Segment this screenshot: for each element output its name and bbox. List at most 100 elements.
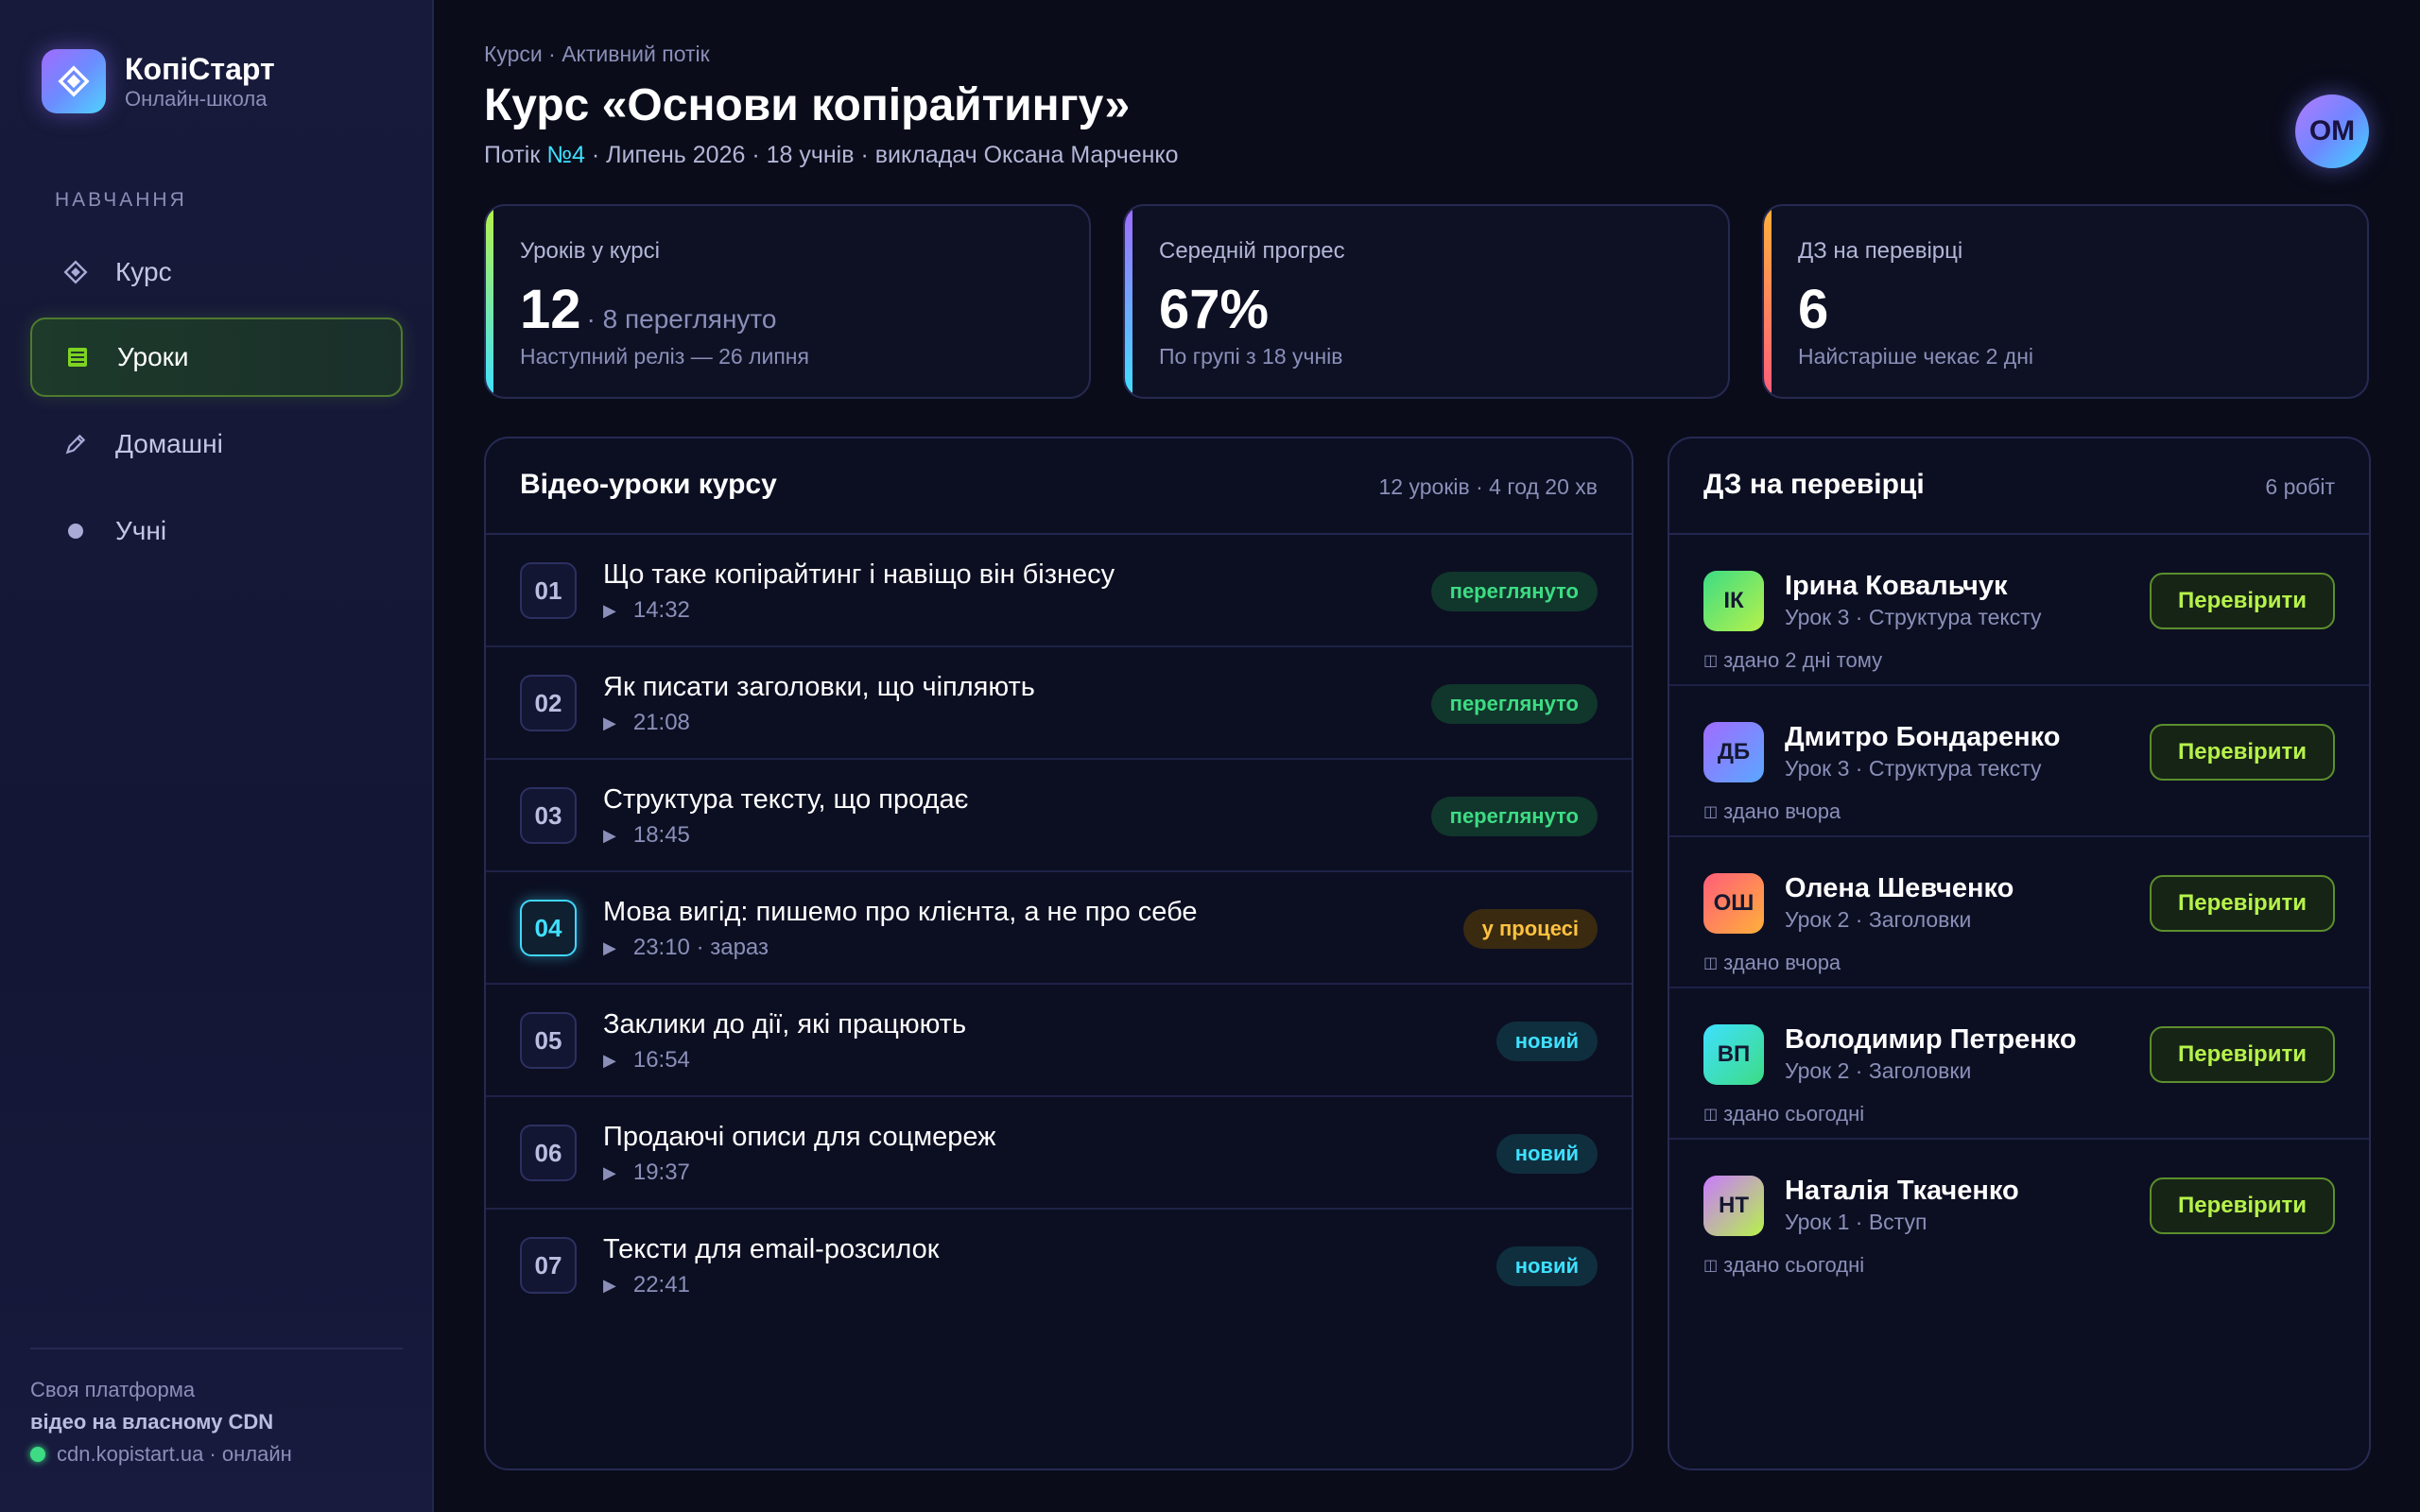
stat-label: ДЗ на перевірці	[1798, 238, 1963, 264]
submitted-time: ◫ здано 2 дні тому	[1703, 648, 1882, 673]
diamond-icon	[42, 49, 106, 113]
student-avatar: ОШ	[1703, 873, 1764, 934]
sidebar-item-students[interactable]: Учні	[30, 491, 403, 571]
play-icon[interactable]: ▶	[603, 1051, 616, 1071]
student-name: Ірина Ковальчук	[1785, 571, 2008, 601]
homework-row[interactable]: ОШ Олена Шевченко Урок 2 · Заголовки ◫ здано…	[1669, 837, 2369, 988]
lesson-row[interactable]: 04 Мова вигід: пишемо про клієнта, а не …	[486, 872, 1632, 985]
submitted-time: ◫ здано вчора	[1703, 951, 1841, 975]
lesson-duration: 23:10 · зараз	[632, 935, 769, 960]
lesson-meta: ▶ 19:37	[603, 1160, 690, 1186]
homework-row[interactable]: НТ Наталія Ткаченко Урок 1 · Вступ ◫ здано с…	[1669, 1140, 2369, 1291]
student-name: Наталія Ткаченко	[1785, 1176, 2019, 1206]
stat-number: 6	[1798, 279, 1829, 340]
student-avatar: ІК	[1703, 571, 1764, 631]
lesson-title[interactable]: Тексти для email-розсилок	[603, 1234, 940, 1265]
stat-value: 12 · 8 переглянуто	[520, 278, 777, 341]
user-avatar[interactable]: ОМ	[2295, 94, 2369, 168]
submitted-text: здано сьогодні	[1723, 1102, 1865, 1125]
lesson-number: 07	[520, 1237, 577, 1294]
course-subtitle: Потік №4 · Липень 2026 · 18 учнів · викл…	[484, 142, 1179, 169]
lesson-duration: 16:54	[632, 1047, 690, 1073]
play-icon[interactable]: ▶	[603, 1163, 616, 1183]
stat-number: 12	[520, 279, 581, 340]
homework-row[interactable]: ДБ Дмитро Бондаренко Урок 3 · Структура те…	[1669, 686, 2369, 837]
play-icon[interactable]: ▶	[603, 601, 616, 621]
sidebar-item-homework[interactable]: Домашні	[30, 404, 403, 484]
homework-row[interactable]: ВП Володимир Петренко Урок 2 · Заголовки ◫ з…	[1669, 988, 2369, 1140]
student-avatar: ДБ	[1703, 722, 1764, 782]
submitted-text: здано 2 дні тому	[1723, 648, 1883, 672]
submitted-text: здано вчора	[1723, 951, 1841, 974]
lesson-number: 05	[520, 1012, 577, 1069]
play-icon[interactable]: ▶	[603, 938, 616, 958]
lesson-row[interactable]: 01 Що таке копірайтинг і навіщо він бізн…	[486, 535, 1632, 647]
student-name: Олена Шевченко	[1785, 873, 2014, 903]
online-status-icon	[30, 1447, 45, 1462]
lesson-duration: 18:45	[632, 822, 690, 848]
breadcrumb[interactable]: Курси · Активний потік	[484, 42, 710, 67]
lesson-duration: 14:32	[632, 597, 690, 623]
review-button[interactable]: Перевірити	[2150, 875, 2335, 932]
lesson-row[interactable]: 02 Як писати заголовки, що чіпляють ▶ 21:…	[486, 647, 1632, 760]
stat-note: По групі з 18 учнів	[1159, 344, 1343, 369]
lesson-meta: ▶ 21:08	[603, 710, 690, 736]
status-badge: переглянуто	[1430, 572, 1598, 611]
lesson-title[interactable]: Що таке копірайтинг і навіщо він бізнесу	[603, 559, 1115, 591]
course-details: · Липень 2026 · 18 учнів · викладач Окса…	[591, 142, 1179, 168]
lesson-title[interactable]: Мова вигід: пишемо про клієнта, а не про…	[603, 897, 1197, 928]
lesson-duration: 19:37	[632, 1160, 690, 1185]
homework-row[interactable]: ІК Ірина Ковальчук Урок 3 · Структура текс…	[1669, 535, 2369, 686]
lesson-meta: ▶ 23:10 · зараз	[603, 935, 769, 961]
stat-number: 67%	[1159, 279, 1270, 340]
lesson-title[interactable]: Продаючі описи для соцмереж	[603, 1122, 996, 1153]
platform-label: Своя платформа	[30, 1378, 196, 1401]
submitted-text: здано сьогодні	[1723, 1253, 1865, 1277]
review-button[interactable]: Перевірити	[2150, 1177, 2335, 1234]
lesson-title[interactable]: Структура тексту, що продає	[603, 784, 968, 816]
homework-lesson: Урок 3 · Структура тексту	[1785, 756, 2042, 781]
stat-value: 6	[1798, 278, 1828, 341]
stream-prefix: Потік	[484, 142, 541, 168]
lesson-row[interactable]: 07 Тексти для email-розсилок ▶ 22:41 нови…	[486, 1210, 1632, 1322]
homework-panel: ДЗ на перевірці 6 робіт ІК Ірина Ковальчу…	[1668, 437, 2371, 1470]
sidebar-item-label: Домашні	[115, 429, 223, 458]
play-icon[interactable]: ▶	[603, 1276, 616, 1296]
lesson-meta: ▶ 18:45	[603, 822, 690, 849]
calendar-icon: ◫	[1703, 1107, 1719, 1123]
review-button[interactable]: Перевірити	[2150, 1026, 2335, 1083]
lesson-row[interactable]: 06 Продаючі описи для соцмереж ▶ 19:37 но…	[486, 1097, 1632, 1210]
nav-section-label: НАВЧАННЯ	[55, 189, 187, 211]
brand[interactable]: КопіСтарт Онлайн-школа	[42, 49, 275, 113]
sidebar-item-label: Уроки	[117, 342, 189, 371]
stat-note: Найстаріше чекає 2 дні	[1798, 344, 2034, 369]
homework-panel-header: ДЗ на перевірці 6 робіт	[1669, 438, 2369, 535]
lesson-list: 01 Що таке копірайтинг і навіщо він бізн…	[486, 535, 1632, 1322]
list-icon	[64, 344, 91, 370]
cdn-status: cdn.kopistart.ua · онлайн	[30, 1442, 292, 1467]
lesson-title[interactable]: Заклики до дії, які працюють	[603, 1009, 966, 1040]
play-icon[interactable]: ▶	[603, 713, 616, 733]
play-icon[interactable]: ▶	[603, 826, 616, 846]
lesson-number: 02	[520, 675, 577, 731]
sidebar-item-course[interactable]: Курс	[30, 232, 403, 312]
stat-label: Середній прогрес	[1159, 238, 1345, 264]
dot-icon	[62, 518, 89, 544]
lesson-row[interactable]: 05 Заклики до дії, які працюють ▶ 16:54 н…	[486, 985, 1632, 1097]
lesson-duration: 21:08	[632, 710, 690, 735]
lesson-duration: 22:41	[632, 1272, 690, 1297]
homework-panel-title: ДЗ на перевірці	[1703, 469, 1925, 500]
submitted-time: ◫ здано вчора	[1703, 799, 1841, 824]
status-badge: переглянуто	[1430, 684, 1598, 724]
review-button[interactable]: Перевірити	[2150, 573, 2335, 629]
stat-extra: · 8 переглянуто	[586, 304, 777, 334]
sidebar-item-lessons[interactable]: Уроки	[30, 318, 403, 397]
brand-subtitle: Онлайн-школа	[125, 87, 268, 111]
stat-label: Уроків у курсі	[520, 238, 660, 264]
pencil-icon	[62, 431, 89, 457]
lesson-meta: ▶ 14:32	[603, 597, 690, 624]
student-name: Дмитро Бондаренко	[1785, 722, 2061, 752]
lesson-title[interactable]: Як писати заголовки, що чіпляють	[603, 672, 1035, 703]
lesson-row[interactable]: 03 Структура тексту, що продає ▶ 18:45 пе…	[486, 760, 1632, 872]
review-button[interactable]: Перевірити	[2150, 724, 2335, 781]
